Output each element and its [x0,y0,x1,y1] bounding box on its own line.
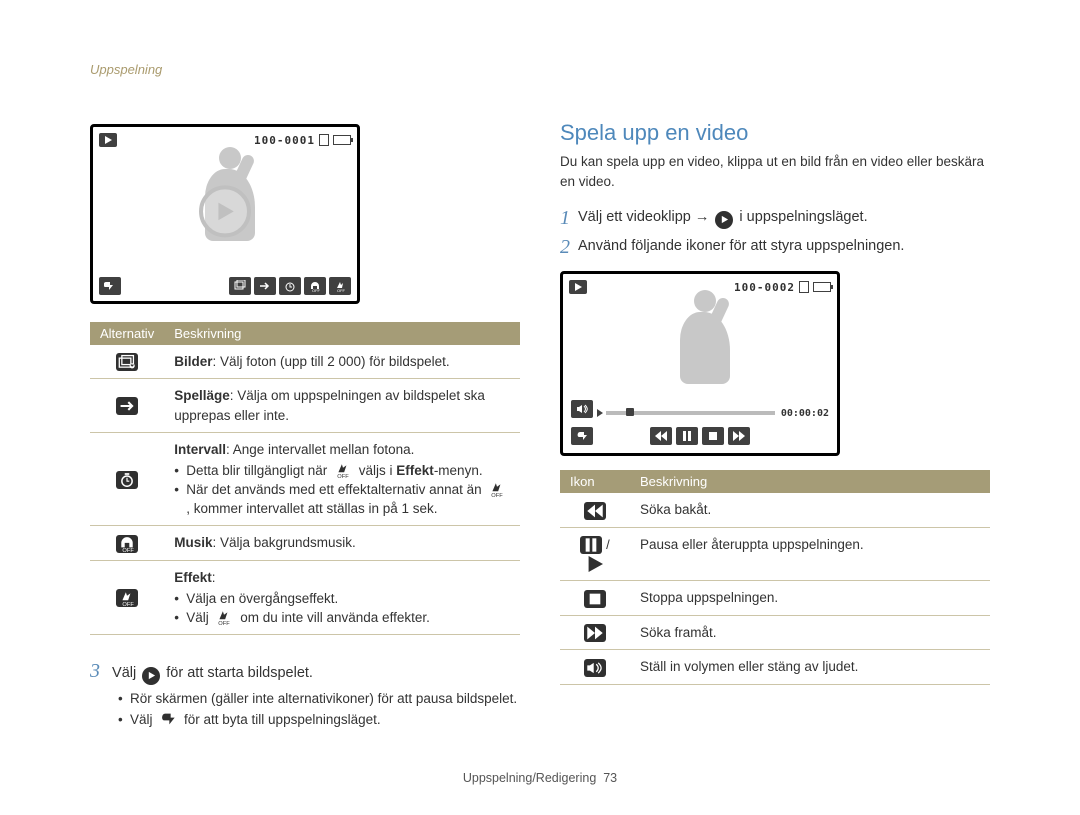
person-silhouette [676,290,756,410]
section-title: Spela upp en video [560,120,990,146]
slideshow-toolbar: OFF OFF [229,277,351,295]
row-playmode: Spelläge: Välja om uppspelningen av bild… [90,379,520,432]
pause-icon [580,536,602,554]
card-icon [319,134,329,146]
playmode-icon [116,397,138,415]
svg-text:OFF: OFF [123,548,135,552]
pause-button[interactable] [676,427,698,445]
forward-icon [584,624,606,642]
left-column: 100-0001 OFF OFF [90,62,540,731]
row-rewind: Söka bakåt. [560,493,990,527]
row-forward: Söka framåt. [560,615,990,649]
effect-icon: OFF [116,589,138,607]
effect-icon[interactable]: OFF [329,277,351,295]
svg-text:OFF: OFF [219,621,231,625]
controls-table: Ikon Beskrivning Söka bakåt. / Pausa ell… [560,470,990,685]
play-icon [584,555,606,573]
volume-button[interactable] [571,400,593,418]
step-number: 1 [560,207,570,230]
video-progress[interactable]: 00:00:02 [597,408,829,418]
col-beskrivning: Beskrivning [630,470,990,493]
row-music: OFF Musik: Välja bakgrundsmusik. [90,526,520,560]
row-interval: Intervall: Ange intervallet mellan foton… [90,432,520,526]
step-3: 3 Välj för att starta bildspelet. Rör sk… [90,657,520,731]
svg-text:OFF: OFF [492,493,504,497]
svg-text:OFF: OFF [337,474,349,478]
svg-text:OFF: OFF [312,288,321,292]
page-footer: Uppspelning/Redigering 73 [0,771,1080,785]
section-intro: Du kan spela upp en video, klippa ut en … [560,152,990,191]
effect-off-icon: OFF [332,461,354,479]
slideshow-lcd: 100-0001 OFF OFF [90,124,360,304]
video-time: 00:00:02 [781,408,829,419]
battery-icon [333,135,351,145]
music-icon[interactable]: OFF [304,277,326,295]
rewind-button[interactable] [650,427,672,445]
back-button[interactable] [99,277,121,295]
playmode-icon[interactable] [254,277,276,295]
play-icon [715,211,733,229]
effect-off-icon: OFF [213,608,235,626]
effect-off-icon: OFF [486,480,508,498]
row-volume: Ställ in volymen eller stäng av ljudet. [560,650,990,684]
music-icon: OFF [116,535,138,553]
playback-mode-icon [569,280,587,294]
forward-button[interactable] [728,427,750,445]
step-1: 1 Välj ett videoklipp → i uppspelningslä… [560,207,990,230]
col-alternativ: Alternativ [90,322,164,345]
volume-icon [584,659,606,677]
row-images: Bilder: Välj foton (upp till 2 000) för … [90,345,520,379]
svg-text:OFF: OFF [123,602,135,606]
back-button[interactable] [571,427,593,445]
stop-button[interactable] [702,427,724,445]
interval-icon[interactable] [279,277,301,295]
rewind-icon [584,502,606,520]
playback-mode-icon [99,133,117,147]
options-table: Alternativ Beskrivning Bilder: Välj foto… [90,322,520,635]
row-effect: OFF Effekt: Välja en övergångseffekt. Vä… [90,560,520,634]
step-number: 2 [560,236,570,259]
right-column: Spela upp en video Du kan spela upp en v… [540,62,990,731]
play-icon [142,667,160,685]
row-stop: Stoppa uppspelningen. [560,581,990,615]
breadcrumb: Uppspelning [90,62,162,77]
back-icon [157,710,179,728]
file-number: 100-0001 [254,134,315,147]
col-beskrivning: Beskrivning [164,322,520,345]
battery-icon [813,282,831,292]
video-lcd: 100-0002 00:00:02 [560,271,840,456]
play-overlay-icon [199,185,251,237]
svg-text:OFF: OFF [337,288,346,292]
card-icon [799,281,809,293]
interval-icon [116,471,138,489]
col-ikon: Ikon [560,470,630,493]
images-icon[interactable] [229,277,251,295]
images-icon [116,353,138,371]
row-pause: / Pausa eller återuppta uppspelningen. [560,527,990,581]
step-number: 3 [90,660,100,682]
step-2: 2 Använd följande ikoner för att styra u… [560,236,990,259]
stop-icon [584,590,606,608]
